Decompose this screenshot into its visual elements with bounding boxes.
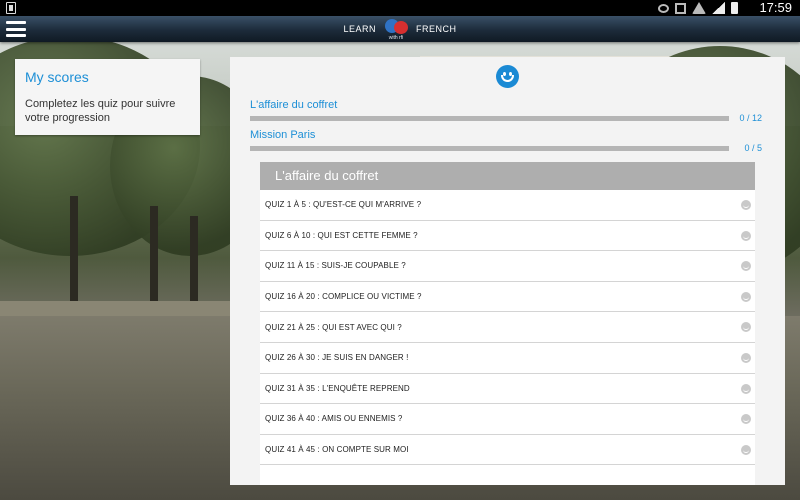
quiz-item[interactable]: QUIZ 6 À 10 : QUI EST CETTE FEMME ? [260,221,755,252]
quiz-list: QUIZ 1 À 5 : QU'EST-CE QUI M'ARRIVE ? QU… [260,190,755,479]
smiley-status-icon [741,383,751,394]
progress-label: Mission Paris [250,129,316,141]
smiley-status-icon [741,200,751,210]
progress-count: 0 / 5 [744,143,762,153]
quiz-item-label: QUIZ 16 À 20 : COMPLICE OU VICTIME ? [265,292,422,302]
clock: 17:59 [759,0,792,15]
progress-count: 0 / 12 [739,113,762,123]
quiz-item[interactable]: QUIZ 41 À 45 : ON COMPTE SUR MOI [260,435,755,466]
quiz-item[interactable]: QUIZ 21 À 25 : QUI EST AVEC QUI ? [260,312,755,343]
rfi-logo-icon: with rfi [382,17,410,41]
sd-card-icon [6,2,16,14]
progress-bar [250,146,729,151]
quiz-list-box: L'affaire du coffret QUIZ 1 À 5 : QU'EST… [260,162,755,485]
quiz-item[interactable]: QUIZ 16 À 20 : COMPLICE OU VICTIME ? [260,282,755,313]
quiz-item-label: QUIZ 41 À 45 : ON COMPTE SUR MOI [265,445,409,455]
brand-tagline: with rfi [388,35,404,41]
quiz-item-label: QUIZ 11 À 15 : SUIS-JE COUPABLE ? [265,261,406,271]
smiley-status-icon [741,230,751,241]
wifi-icon [692,2,706,14]
app-logo: LEARN with rfi FRENCH [0,16,800,42]
quiz-item[interactable]: QUIZ 1 À 5 : QU'EST-CE QUI M'ARRIVE ? [260,190,755,221]
brand-french: FRENCH [416,24,457,34]
smiley-status-icon [741,291,751,302]
quiz-item[interactable]: QUIZ 36 À 40 : AMIS OU ENNEMIS ? [260,404,755,435]
smiley-status-icon [741,352,751,363]
action-bar: LEARN with rfi FRENCH [0,16,800,42]
progress-panel: L'affaire du coffret 0 / 12 Mission Pari… [230,57,785,485]
quiz-item-label: QUIZ 36 À 40 : AMIS OU ENNEMIS ? [265,414,403,424]
quiz-item-label: QUIZ 31 À 35 : L'ENQUÊTE REPREND [265,383,410,393]
eye-icon [658,4,669,13]
nfc-icon [675,2,686,14]
quiz-item[interactable] [260,465,755,479]
progress-bar [250,116,729,121]
smiley-status-icon [741,444,751,455]
quiz-item[interactable]: QUIZ 11 À 15 : SUIS-JE COUPABLE ? [260,251,755,282]
quiz-item-label: QUIZ 1 À 5 : QU'EST-CE QUI M'ARRIVE ? [265,200,422,210]
scores-title: My scores [25,69,89,85]
signal-icon [712,2,725,14]
progress-row[interactable]: Mission Paris 0 / 5 [250,129,762,153]
quiz-item-label: QUIZ 26 À 30 : JE SUIS EN DANGER ! [265,353,409,363]
quiz-item-label: QUIZ 21 À 25 : QUI EST AVEC QUI ? [265,322,402,332]
smiley-status-icon [741,322,751,333]
scores-description: Completez les quiz pour suivre votre pro… [25,98,176,124]
battery-icon [731,2,738,14]
smiley-status-icon [741,261,751,272]
smiley-icon [496,65,519,88]
smiley-status-icon [741,414,751,425]
brand-learn: LEARN [343,24,376,34]
status-bar: 17:59 [0,0,800,16]
scores-card: My scores Completez les quiz pour suivre… [15,59,200,135]
progress-label: L'affaire du coffret [250,99,338,111]
quiz-section-title: L'affaire du coffret [260,162,755,190]
quiz-item[interactable]: QUIZ 26 À 30 : JE SUIS EN DANGER ! [260,343,755,374]
quiz-item[interactable]: QUIZ 31 À 35 : L'ENQUÊTE REPREND [260,374,755,405]
progress-row[interactable]: L'affaire du coffret 0 / 12 [250,99,762,123]
quiz-item-label: QUIZ 6 À 10 : QUI EST CETTE FEMME ? [265,230,418,240]
